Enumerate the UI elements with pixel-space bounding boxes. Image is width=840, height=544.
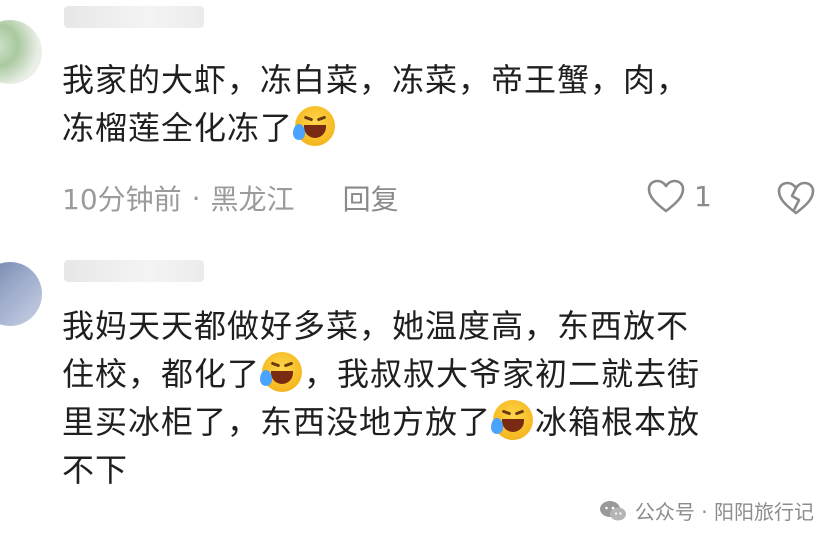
username-blurred[interactable] bbox=[64, 6, 204, 28]
comment-text: 我妈天天都做好多菜，她温度高，东西放不 住校，都化了 ，我叔叔大爷家初二就去街 里… bbox=[62, 302, 832, 494]
laughing-crying-emoji-icon bbox=[293, 106, 336, 146]
comment-text-segment: 我家的大虾，冻白菜，冻菜，帝王蟹，肉， 冻榴莲全化冻了 bbox=[62, 61, 690, 147]
dislike-button[interactable] bbox=[776, 180, 816, 220]
username-blurred[interactable] bbox=[64, 260, 204, 282]
like-button[interactable]: 1 bbox=[646, 178, 712, 214]
broken-heart-icon bbox=[777, 181, 815, 215]
watermark: 公众号 · 阳阳旅行记 bbox=[599, 496, 814, 525]
watermark-text: 公众号 · 阳阳旅行记 bbox=[634, 500, 814, 524]
meta-separator: · bbox=[191, 181, 201, 215]
avatar[interactable] bbox=[0, 262, 42, 326]
reply-button[interactable]: 回复 bbox=[343, 178, 399, 218]
laughing-crying-emoji-icon bbox=[491, 400, 534, 440]
wechat-icon bbox=[599, 500, 626, 520]
comment-location: 黑龙江 bbox=[210, 183, 295, 216]
comment-text: 我家的大虾，冻白菜，冻菜，帝王蟹，肉， 冻榴莲全化冻了 bbox=[62, 56, 832, 152]
comment-time: 10分钟前 bbox=[62, 183, 182, 216]
laughing-crying-emoji-icon bbox=[260, 352, 303, 392]
heart-icon bbox=[647, 179, 685, 213]
avatar[interactable] bbox=[0, 20, 42, 84]
comment-item: 我家的大虾，冻白菜，冻菜，帝王蟹，肉， 冻榴莲全化冻了 10分钟前 · 黑龙江 … bbox=[0, 0, 840, 232]
like-count: 1 bbox=[694, 179, 712, 213]
comment-meta: 10分钟前 · 黑龙江 回复 bbox=[62, 178, 399, 218]
